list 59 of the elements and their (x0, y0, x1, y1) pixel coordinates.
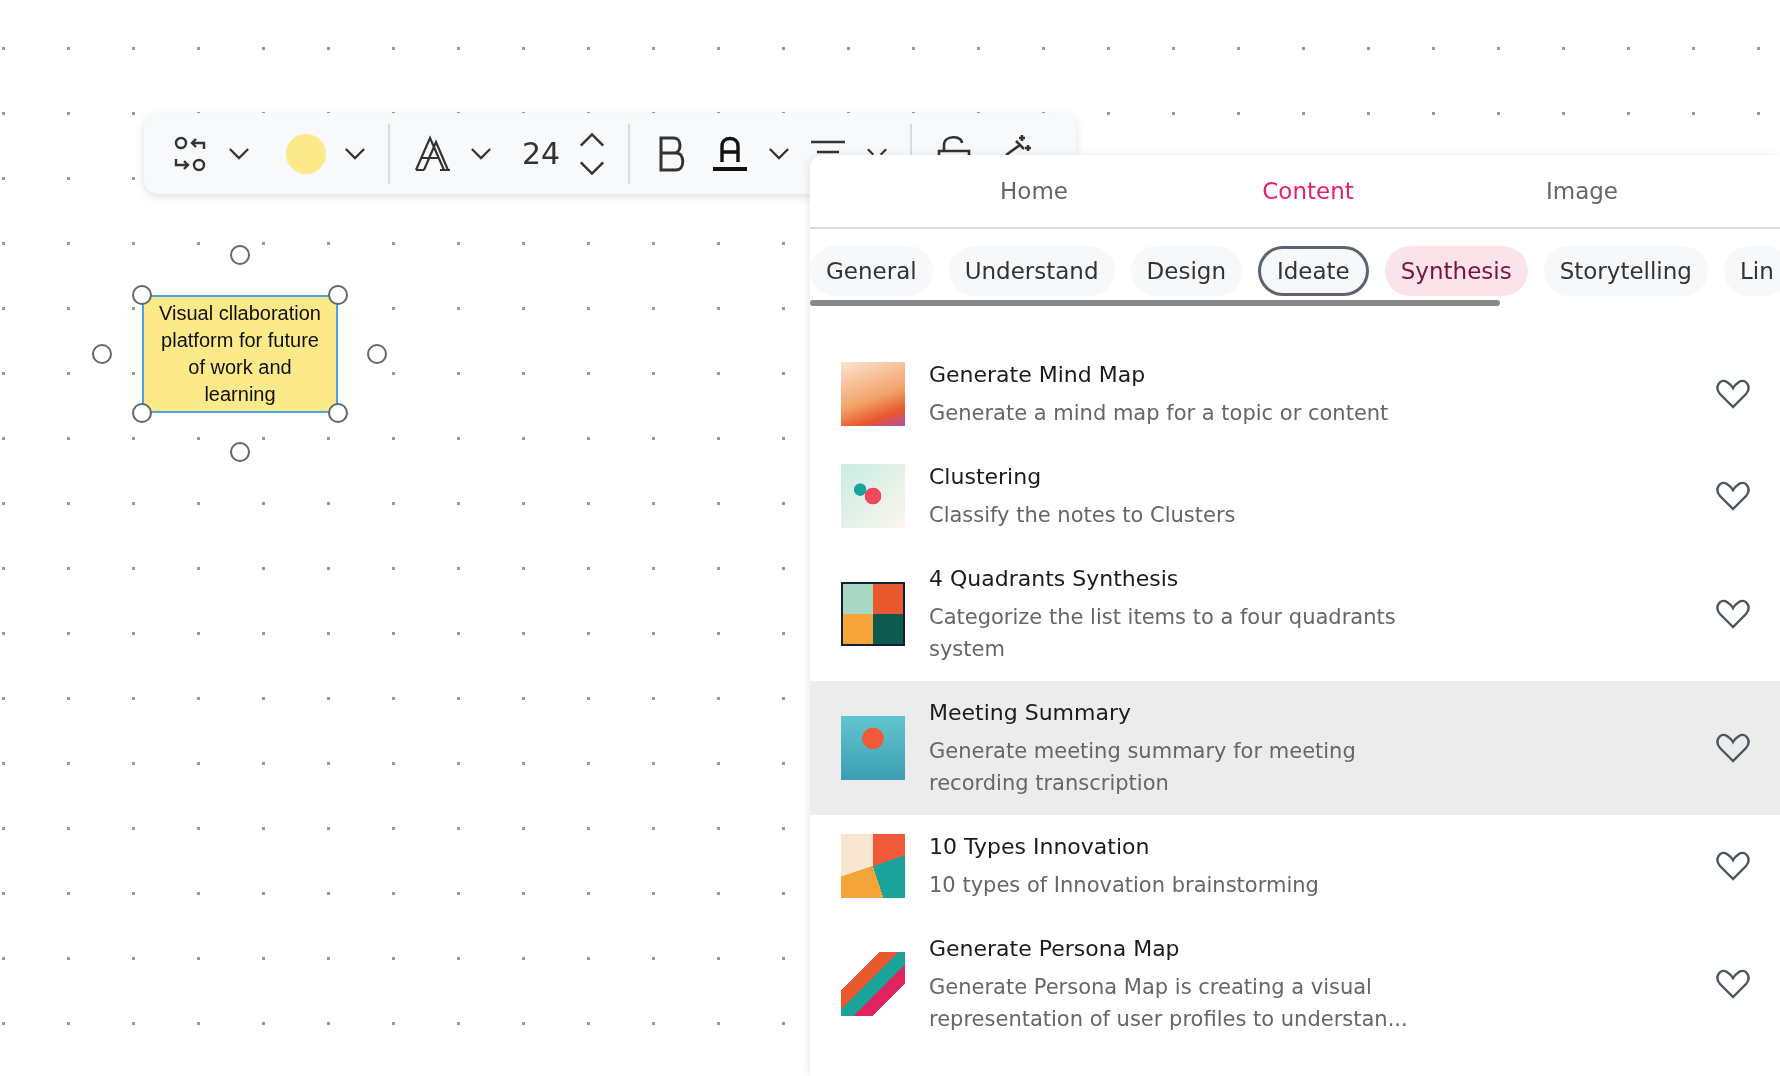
fill-color-swatch[interactable] (286, 133, 326, 174)
template-description: Categorize the list items to a four quadrants system (929, 604, 1397, 663)
template-row[interactable]: Meeting Summary Generate meeting summary for meeting recording transcription (810, 681, 1780, 815)
template-row[interactable]: Clustering Classify the notes to Clusters (810, 445, 1780, 547)
template-row[interactable]: Generate Persona Map Generate Persona Map is creating a visual representation of user profiles to understan... (810, 917, 1780, 1051)
category-chip[interactable]: Design (1130, 246, 1242, 296)
template-title: 4 Quadrants Synthesis (929, 565, 1180, 593)
connection-handle[interactable] (230, 442, 250, 462)
chevron-down-icon[interactable] (768, 147, 791, 160)
template-title: Generate Mind Map (929, 361, 1147, 389)
panel-tab[interactable]: Image (1445, 178, 1719, 204)
chevron-down-icon[interactable] (344, 147, 366, 160)
note-text: Visual cllaboration platform for future of work and learning (158, 301, 322, 407)
template-title: Meeting Summary (929, 699, 1132, 727)
stepper-arrows-icon[interactable] (578, 130, 607, 177)
template-description: 10 types of Innovation brainstorming (929, 872, 1320, 899)
template-title: Clustering (929, 463, 1043, 491)
category-chip[interactable]: Ideate (1257, 246, 1369, 296)
template-title: 10 Types Innovation (929, 833, 1151, 861)
thumbnail-image (841, 716, 905, 780)
resize-handle[interactable] (328, 403, 348, 423)
sticky-note[interactable]: Visual cllaboration platform for future of work and learning (142, 295, 338, 413)
thumbnail-image (841, 834, 905, 898)
heart-icon[interactable] (1716, 379, 1750, 409)
template-row[interactable]: 4 Quadrants Synthesis Categorize the list items to a four quadrants system (810, 547, 1780, 681)
thumbnail-image (841, 464, 905, 528)
connection-handle[interactable] (230, 245, 250, 265)
panel-tab[interactable]: Content (1171, 178, 1445, 204)
template-description: Classify the notes to Clusters (929, 502, 1237, 529)
connection-handle[interactable] (367, 344, 387, 364)
template-title: Generate Persona Map (929, 935, 1181, 963)
chevron-down-icon[interactable] (228, 147, 250, 160)
thumbnail-image (841, 582, 905, 646)
chevron-down-icon[interactable] (470, 147, 492, 160)
thumbnail-image (841, 362, 905, 426)
template-description: Generate Persona Map is creating a visual representation of user profiles to understan... (929, 974, 1409, 1033)
template-row[interactable]: Generate Mind Map Generate a mind map for a topic or content (810, 343, 1780, 445)
resize-handle[interactable] (132, 403, 152, 423)
heart-icon[interactable] (1716, 969, 1750, 999)
category-chip[interactable]: Synthesis (1384, 246, 1528, 296)
scrollbar[interactable] (810, 300, 1500, 306)
template-row[interactable]: 10 Types Innovation 10 types of Innovation brainstorming (810, 815, 1780, 917)
category-chip[interactable]: Understand (948, 246, 1115, 296)
category-chip[interactable]: General (810, 246, 933, 296)
category-chip[interactable]: Storytelling (1543, 246, 1708, 296)
panel-tab[interactable]: Home (897, 178, 1171, 204)
chevron-down-icon[interactable] (866, 147, 889, 155)
resize-handle[interactable] (328, 285, 348, 305)
font-size-value[interactable]: 24 (522, 136, 561, 171)
heart-icon[interactable] (1716, 599, 1750, 629)
template-description: Generate meeting summary for meeting recording transcription (929, 738, 1357, 797)
heart-icon[interactable] (1716, 851, 1750, 881)
resize-handle[interactable] (132, 285, 152, 305)
heart-icon[interactable] (1716, 481, 1750, 511)
category-chip[interactable]: Lin (1723, 246, 1780, 296)
connection-handle[interactable] (92, 344, 112, 364)
template-description: Generate a mind map for a topic or content (929, 400, 1390, 427)
heart-icon[interactable] (1716, 733, 1750, 763)
font-icon[interactable] (412, 133, 452, 174)
